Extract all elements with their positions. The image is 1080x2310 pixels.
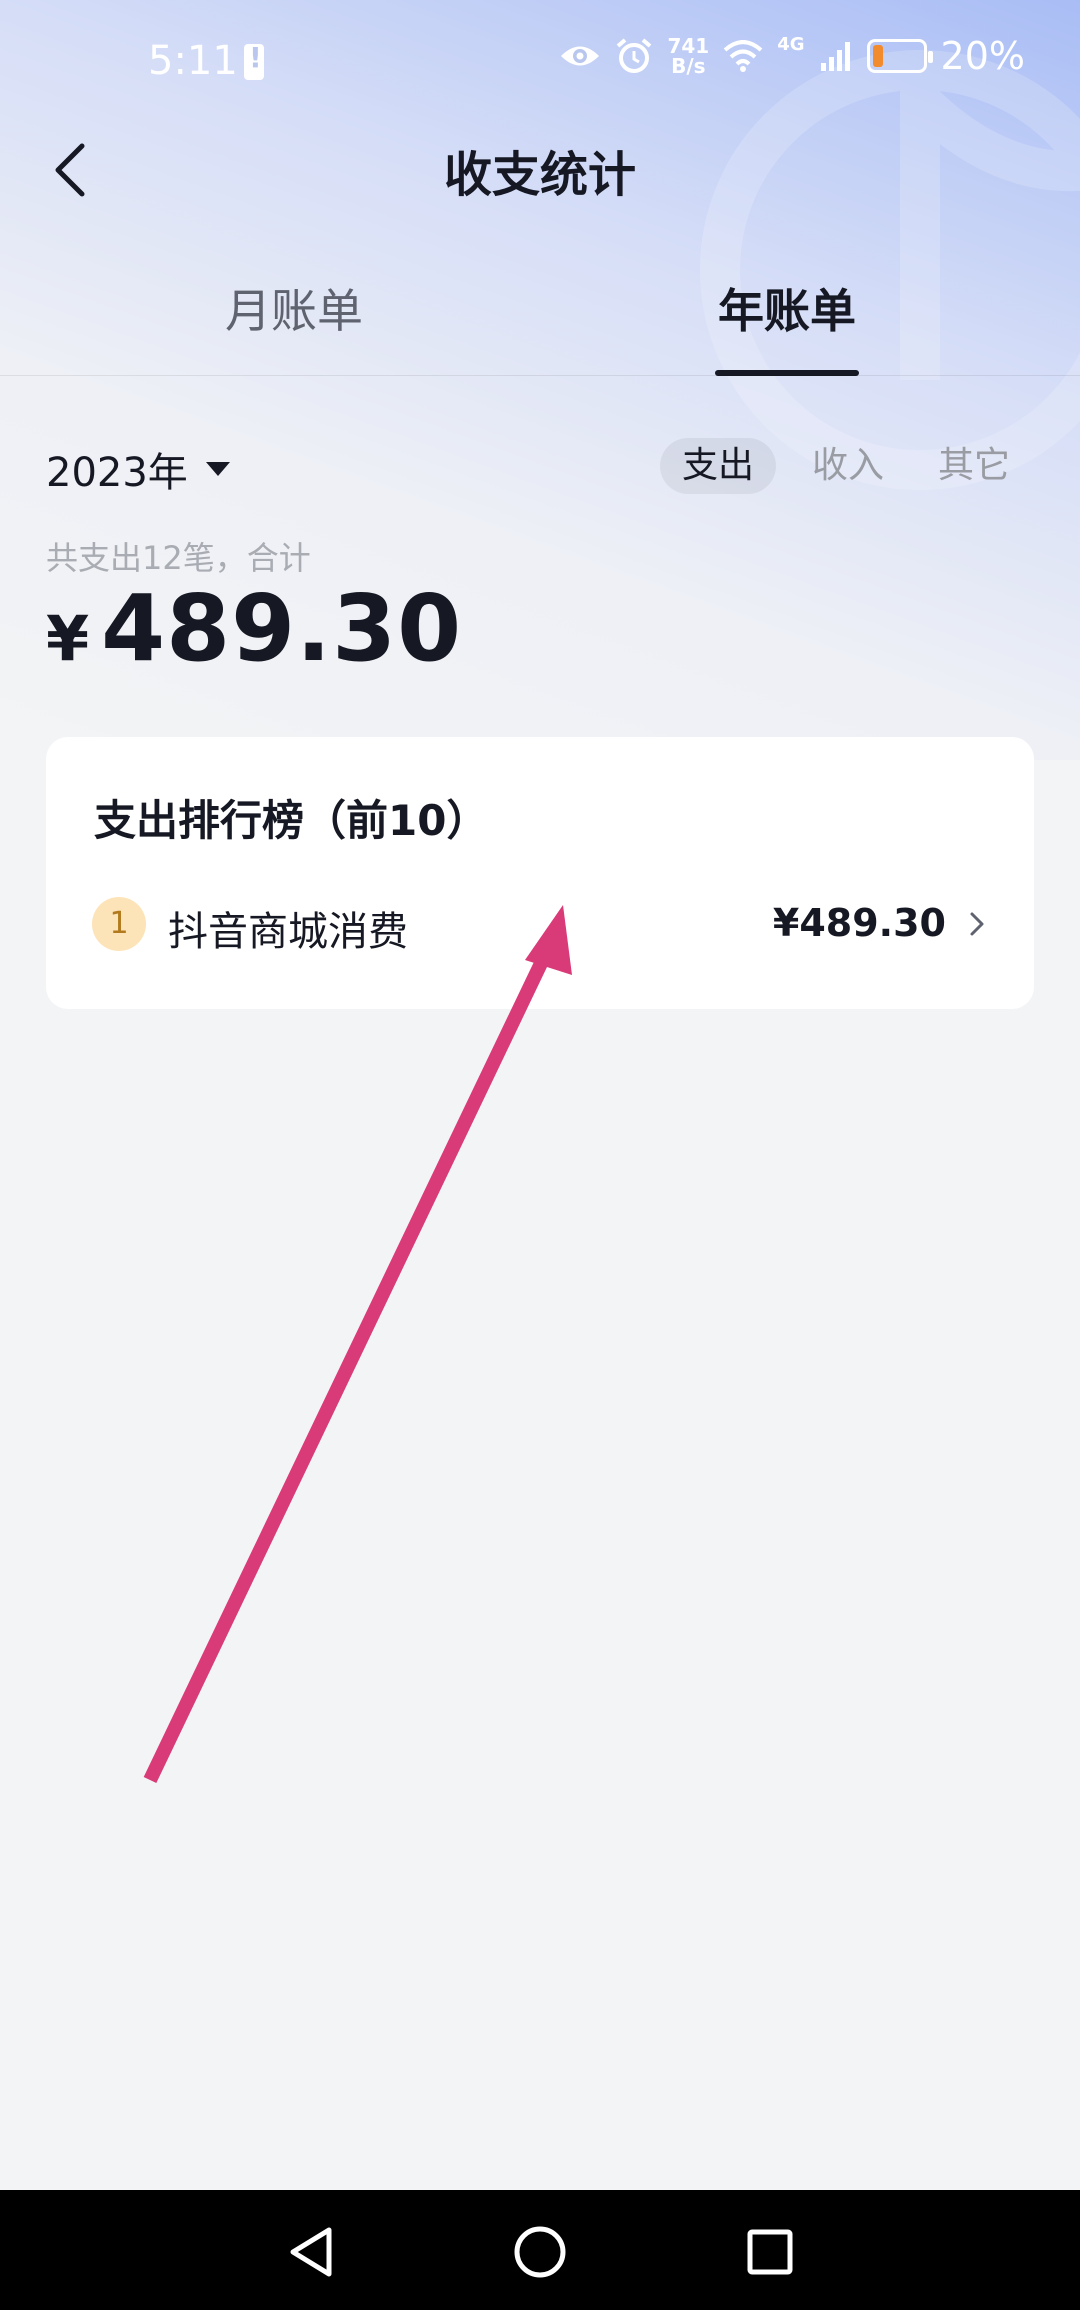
nav-back-button[interactable]: [270, 2212, 350, 2292]
eye-icon: [561, 46, 600, 66]
tab-monthly-bill[interactable]: 月账单: [225, 275, 363, 341]
tab-yearly-bill[interactable]: 年账单: [718, 275, 856, 341]
nav-home-icon: [514, 2226, 566, 2278]
status-icons: 741 B/s 4G 20%: [559, 34, 1025, 78]
year-selector[interactable]: 2023年: [46, 440, 230, 498]
ranking-title: 支出排行榜（前10）: [94, 796, 489, 845]
network-speed: 741 B/s: [667, 36, 709, 76]
total-amount: 489.30: [101, 575, 463, 682]
filter-income[interactable]: 收入: [790, 438, 906, 494]
nav-home-button[interactable]: [500, 2212, 580, 2292]
battery-icon: [866, 39, 933, 73]
network-speed-value: 741: [667, 34, 710, 58]
nav-recent-icon: [747, 2229, 793, 2275]
ranking-item[interactable]: 1 抖音商城消费 ¥489.30: [92, 889, 992, 959]
nav-back-icon: [290, 2227, 332, 2277]
ranking-item-name: 抖音商城消费: [168, 909, 408, 955]
battery-percent: 20%: [940, 34, 1025, 78]
page-title: 收支统计: [443, 147, 636, 203]
rank-badge: 1: [92, 897, 146, 951]
network-speed-unit: B/s: [671, 54, 706, 78]
alarm-icon: [617, 38, 652, 73]
network-type: 4G: [777, 34, 805, 55]
filter-other[interactable]: 其它: [916, 438, 1032, 494]
expense-ranking-card: 支出排行榜（前10） 1 抖音商城消费 ¥489.30: [46, 737, 1034, 1009]
ranking-item-amount: ¥489.30: [772, 901, 946, 945]
summary-subtitle: 共支出12笔，合计: [46, 539, 311, 577]
summary-total: ¥ 489.30: [46, 575, 462, 682]
wifi-icon: [723, 40, 763, 72]
system-nav-bar: [0, 2190, 1080, 2310]
year-selector-label: 2023年: [46, 450, 188, 496]
chevron-right-icon: [970, 912, 984, 936]
currency-symbol: ¥: [46, 602, 90, 675]
battery-level: [872, 45, 883, 67]
signal-icon: [820, 42, 850, 71]
tabs-divider: [0, 375, 1080, 376]
caret-down-icon: [205, 462, 230, 476]
filter-expense[interactable]: 支出: [660, 438, 777, 494]
alert-icon: [244, 41, 264, 80]
status-bar: 5:11 741 B/s 4G: [0, 0, 1080, 125]
status-time: 5:11: [148, 38, 238, 84]
nav-recent-button[interactable]: [730, 2212, 810, 2292]
